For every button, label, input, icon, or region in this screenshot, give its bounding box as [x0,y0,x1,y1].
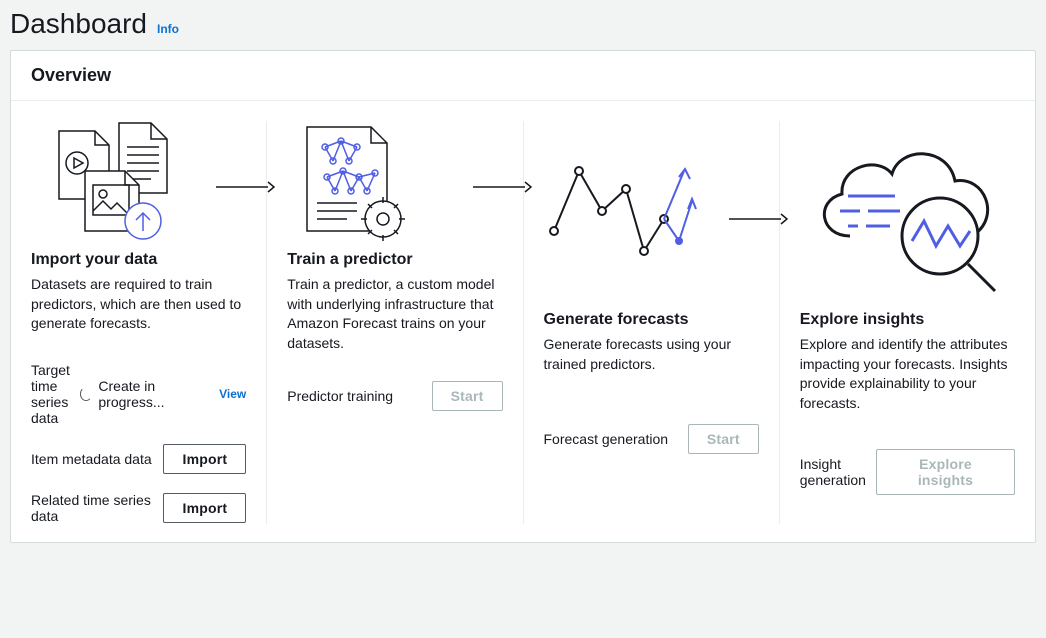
spinner-icon [80,387,92,401]
predictor-label: Predictor training [287,388,421,404]
train-title: Train a predictor [287,251,502,269]
import-title: Import your data [31,251,246,269]
step-insights: Explore insights Explore and identify th… [780,121,1035,524]
insights-desc: Explore and identify the attributes impa… [800,335,1015,413]
insights-row: Insight generation Explore insights [800,449,1015,495]
forecast-title: Generate forecasts [544,311,759,329]
item-row: Item metadata data Import [31,444,246,474]
arrow-icon [473,179,533,195]
step-forecast: Generate forecasts Generate forecasts us… [524,121,780,524]
insights-title: Explore insights [800,311,1015,329]
page-title: Dashboard [10,8,147,40]
forecast-desc: Generate forecasts using your trained pr… [544,335,759,374]
insights-illustration [800,121,1015,301]
import-illustration [31,121,246,241]
insights-label: Insight generation [800,456,866,488]
panel-title: Overview [31,65,1015,86]
arrow-icon [729,211,789,227]
forecast-row: Forecast generation Start [544,424,759,454]
explore-insights-button[interactable]: Explore insights [876,449,1015,495]
related-label: Related time series data [31,492,153,524]
forecast-label: Forecast generation [544,431,678,447]
files-upload-icon [31,121,171,241]
predictor-row: Predictor training Start [287,381,502,411]
import-related-button[interactable]: Import [163,493,246,523]
line-chart-icon [544,141,704,281]
target-status: Create in progress... View [80,378,246,410]
page-root: Dashboard Info Overview [0,0,1046,555]
import-desc: Datasets are required to train predictor… [31,275,246,334]
arrow-icon [216,179,276,195]
predictor-doc-icon [287,121,427,241]
info-link[interactable]: Info [157,22,179,36]
steps-container: Import your data Datasets are required t… [11,101,1035,542]
import-item-button[interactable]: Import [163,444,246,474]
target-label: Target time series data [31,362,70,426]
target-row: Target time series data Create in progre… [31,362,246,426]
train-desc: Train a predictor, a custom model with u… [287,275,502,353]
step-import: Import your data Datasets are required t… [11,121,267,524]
train-illustration [287,121,502,241]
panel-header: Overview [11,51,1035,101]
title-row: Dashboard Info [10,8,1036,40]
start-forecast-button[interactable]: Start [688,424,759,454]
overview-panel: Overview [10,50,1036,543]
target-status-text: Create in progress... [98,378,209,410]
item-label: Item metadata data [31,451,153,467]
target-view-link[interactable]: View [219,387,246,401]
forecast-illustration [544,121,759,301]
cloud-insights-icon [800,126,1010,296]
related-row: Related time series data Import [31,492,246,524]
step-train: Train a predictor Train a predictor, a c… [267,121,523,524]
start-predictor-button[interactable]: Start [432,381,503,411]
